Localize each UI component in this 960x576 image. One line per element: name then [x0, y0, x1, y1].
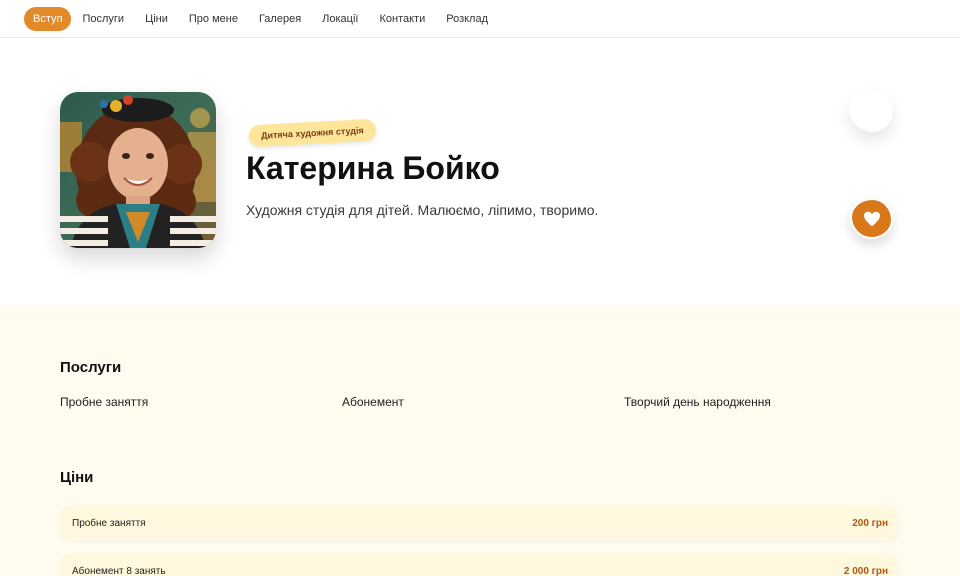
price-value: 200 грн [852, 517, 888, 529]
content-section: Послуги Пробне заняття Абонемент Творчий… [0, 305, 960, 576]
favorite-button[interactable] [850, 198, 893, 239]
studio-tag: Дитяча художня студія [248, 118, 377, 148]
hero-section: Дитяча художня студія Катерина Бойко Худ… [0, 39, 960, 305]
heart-icon [863, 211, 880, 226]
nav-item-intro[interactable]: Вступ [24, 6, 72, 31]
services-title: Послуги [60, 359, 122, 376]
nav-item-prices[interactable]: Ціни [135, 7, 178, 31]
decorative-blob [849, 90, 893, 132]
service-item: Творчий день народження [624, 395, 771, 409]
price-row: Пробне заняття 200 грн [60, 506, 898, 540]
page-title: Катерина Бойко [246, 150, 500, 186]
service-item: Абонемент [342, 395, 404, 409]
nav-item-contacts[interactable]: Контакти [369, 7, 435, 31]
avatar [60, 92, 216, 248]
portrait-photo-icon [60, 92, 216, 248]
nav-item-gallery[interactable]: Галерея [249, 7, 311, 31]
nav-item-locations[interactable]: Локації [312, 7, 368, 31]
prices-title: Ціни [60, 469, 94, 486]
top-nav: Вступ Послуги Ціни Про мене Галерея Лока… [0, 0, 960, 38]
nav-item-about[interactable]: Про мене [179, 7, 248, 31]
price-name: Абонемент 8 занять [72, 565, 166, 576]
price-row: Абонемент 8 занять 2 000 грн [60, 554, 898, 576]
nav-item-schedule[interactable]: Розклад [436, 7, 498, 31]
nav-item-services[interactable]: Послуги [72, 7, 134, 31]
price-name: Пробне заняття [72, 517, 146, 529]
price-value: 2 000 грн [843, 565, 888, 576]
hero-subtitle: Художня студія для дітей. Малюємо, ліпим… [246, 202, 599, 218]
service-item: Пробне заняття [60, 395, 149, 409]
